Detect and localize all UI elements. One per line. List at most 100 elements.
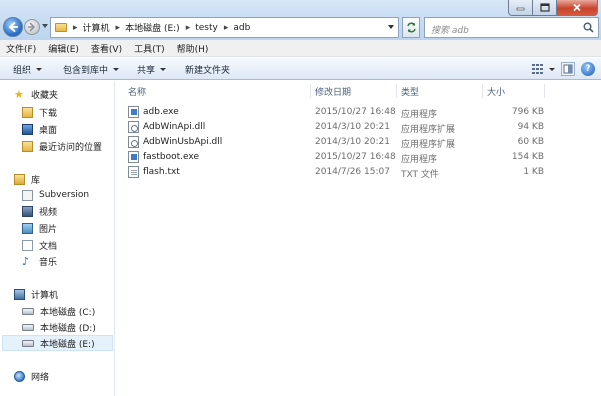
include-in-library-button[interactable]: 包含到库中 [63, 63, 120, 76]
file-row[interactable]: fastboot.exe 2015/10/27 16:48 应用程序 154 K… [124, 150, 544, 165]
file-row[interactable]: adb.exe 2015/10/27 16:48 应用程序 796 KB [124, 105, 544, 120]
close-icon [573, 3, 581, 12]
maximize-button[interactable] [533, 0, 557, 16]
breadcrumb-separator-icon: ▸ [115, 22, 121, 33]
close-button[interactable] [557, 0, 598, 16]
sidebar-item-videos[interactable]: 视频 [22, 203, 57, 219]
sidebar-header-label: 计算机 [31, 290, 59, 301]
chevron-down-icon [113, 68, 120, 71]
sidebar-item-documents[interactable]: 文档 [22, 237, 57, 253]
column-header-date[interactable]: 修改日期 [315, 81, 351, 101]
sidebar-item-desktop[interactable]: 桌面 [22, 121, 57, 137]
sidebar-item-drive-e[interactable]: 本地磁盘 (E:) [2, 335, 113, 351]
sidebar-item-drive-d[interactable]: 本地磁盘 (D:) [22, 319, 96, 335]
minimize-button[interactable] [508, 0, 533, 16]
search-icon[interactable] [583, 22, 594, 33]
recent-places-icon [22, 140, 33, 152]
preview-pane-button[interactable] [561, 62, 575, 76]
breadcrumb-separator-icon: ▸ [223, 22, 229, 33]
sidebar-network[interactable]: 网络 [14, 368, 49, 384]
share-button[interactable]: 共享 [137, 63, 167, 76]
menu-tools[interactable]: 工具(T) [134, 42, 165, 55]
column-header-type[interactable]: 类型 [401, 81, 419, 101]
sidebar-header-label: 网络 [31, 372, 50, 383]
new-folder-button[interactable]: 新建文件夹 [185, 63, 230, 76]
menu-view[interactable]: 查看(V) [91, 42, 122, 55]
file-row[interactable]: flash.txt 2014/7/26 15:07 TXT 文件 1 KB [124, 165, 544, 180]
library-icon [14, 173, 25, 185]
address-history-dropdown[interactable] [388, 25, 394, 29]
sidebar-favorites[interactable]: ★ 收藏夹 [14, 86, 58, 102]
subversion-icon [22, 189, 33, 201]
back-arrow-icon [8, 22, 18, 32]
file-type: 应用程序 [401, 110, 438, 120]
sidebar-libraries[interactable]: 库 [14, 171, 40, 187]
sidebar-item-label: 音乐 [39, 257, 58, 268]
chevron-down-icon [160, 68, 167, 71]
file-name: adb.exe [143, 107, 179, 117]
folder-icon [55, 23, 67, 32]
exe-icon [128, 106, 139, 118]
sidebar-item-label: 视频 [39, 207, 58, 218]
column-header-size[interactable]: 大小 [487, 81, 505, 101]
search-box[interactable]: 搜索 adb [424, 17, 599, 38]
sidebar-item-subversion[interactable]: Subversion [22, 187, 89, 203]
file-size: 94 KB [517, 122, 544, 132]
breadcrumb-computer[interactable]: ▸ 计算机 [67, 21, 110, 35]
txt-icon [128, 166, 139, 178]
exe-icon [128, 151, 139, 163]
file-name: fastboot.exe [143, 152, 199, 162]
file-name: flash.txt [143, 167, 180, 177]
file-date: 2014/3/10 20:21 [315, 137, 390, 147]
column-divider[interactable] [482, 84, 483, 98]
videos-icon [22, 205, 33, 217]
file-type: 应用程序扩展 [401, 125, 456, 135]
address-bar[interactable]: ▸ 计算机 ▸ 本地磁盘 (E:) ▸ testy ▸ adb [50, 17, 399, 38]
column-divider[interactable] [544, 84, 545, 98]
sidebar-item-label: 图片 [39, 224, 58, 235]
recent-pages-dropdown[interactable] [42, 24, 48, 28]
file-row[interactable]: AdbWinApi.dll 2014/3/10 20:21 应用程序扩展 94 … [124, 120, 544, 135]
refresh-button[interactable] [402, 17, 420, 38]
sidebar-item-pictures[interactable]: 图片 [22, 220, 57, 236]
column-divider[interactable] [310, 84, 311, 98]
sidebar-item-recent-places[interactable]: 最近访问的位置 [22, 138, 102, 154]
menu-edit[interactable]: 编辑(E) [48, 42, 79, 55]
file-size: 154 KB [511, 152, 544, 162]
column-header-name[interactable]: 名称 [128, 81, 146, 101]
file-date: 2014/7/26 15:07 [315, 167, 390, 177]
file-size: 60 KB [517, 137, 544, 147]
sidebar-item-label: 最近访问的位置 [39, 142, 103, 153]
column-divider[interactable] [396, 84, 397, 98]
desktop-icon [22, 123, 33, 135]
breadcrumb-adb[interactable]: ▸ adb [218, 23, 250, 33]
sidebar-item-music[interactable]: ♪ 音乐 [22, 253, 57, 269]
change-view-button[interactable] [532, 64, 555, 74]
organize-button[interactable]: 组织 [13, 63, 43, 76]
back-button[interactable] [3, 17, 23, 37]
navigation-pane: ★ 收藏夹 下载 桌面 最近访问的位置 库 Subversion 视频 图片 文… [0, 81, 115, 396]
menu-bar: 文件(F) 编辑(E) 查看(V) 工具(T) 帮助(H) [0, 40, 601, 57]
breadcrumb-separator-icon: ▸ [73, 22, 78, 33]
breadcrumb-label: adb [233, 22, 251, 33]
file-row[interactable]: AdbWinUsbApi.dll 2014/3/10 20:21 应用程序扩展 … [124, 135, 544, 150]
file-name: AdbWinUsbApi.dll [143, 137, 223, 147]
sidebar-header-label: 收藏夹 [31, 90, 59, 101]
sidebar-item-drive-c[interactable]: 本地磁盘 (C:) [22, 303, 95, 319]
view-icon [532, 64, 543, 74]
menu-help[interactable]: 帮助(H) [177, 42, 209, 55]
breadcrumb-testy[interactable]: ▸ testy [180, 23, 218, 33]
breadcrumb-drive-e[interactable]: ▸ 本地磁盘 (E:) [110, 21, 180, 35]
sidebar-item-downloads[interactable]: 下载 [22, 104, 57, 120]
search-placeholder: 搜索 adb [431, 26, 469, 36]
file-date: 2015/10/27 16:48 [315, 152, 396, 162]
sidebar-item-label: Subversion [39, 190, 90, 200]
drive-icon [22, 307, 34, 315]
help-button[interactable]: ? [581, 62, 595, 76]
forward-button[interactable] [24, 19, 40, 35]
breadcrumb-label: testy [195, 22, 218, 33]
menu-file[interactable]: 文件(F) [6, 42, 36, 55]
forward-arrow-icon [27, 22, 36, 32]
sidebar-computer[interactable]: 计算机 [14, 286, 58, 302]
sidebar-item-label: 下载 [39, 108, 58, 119]
